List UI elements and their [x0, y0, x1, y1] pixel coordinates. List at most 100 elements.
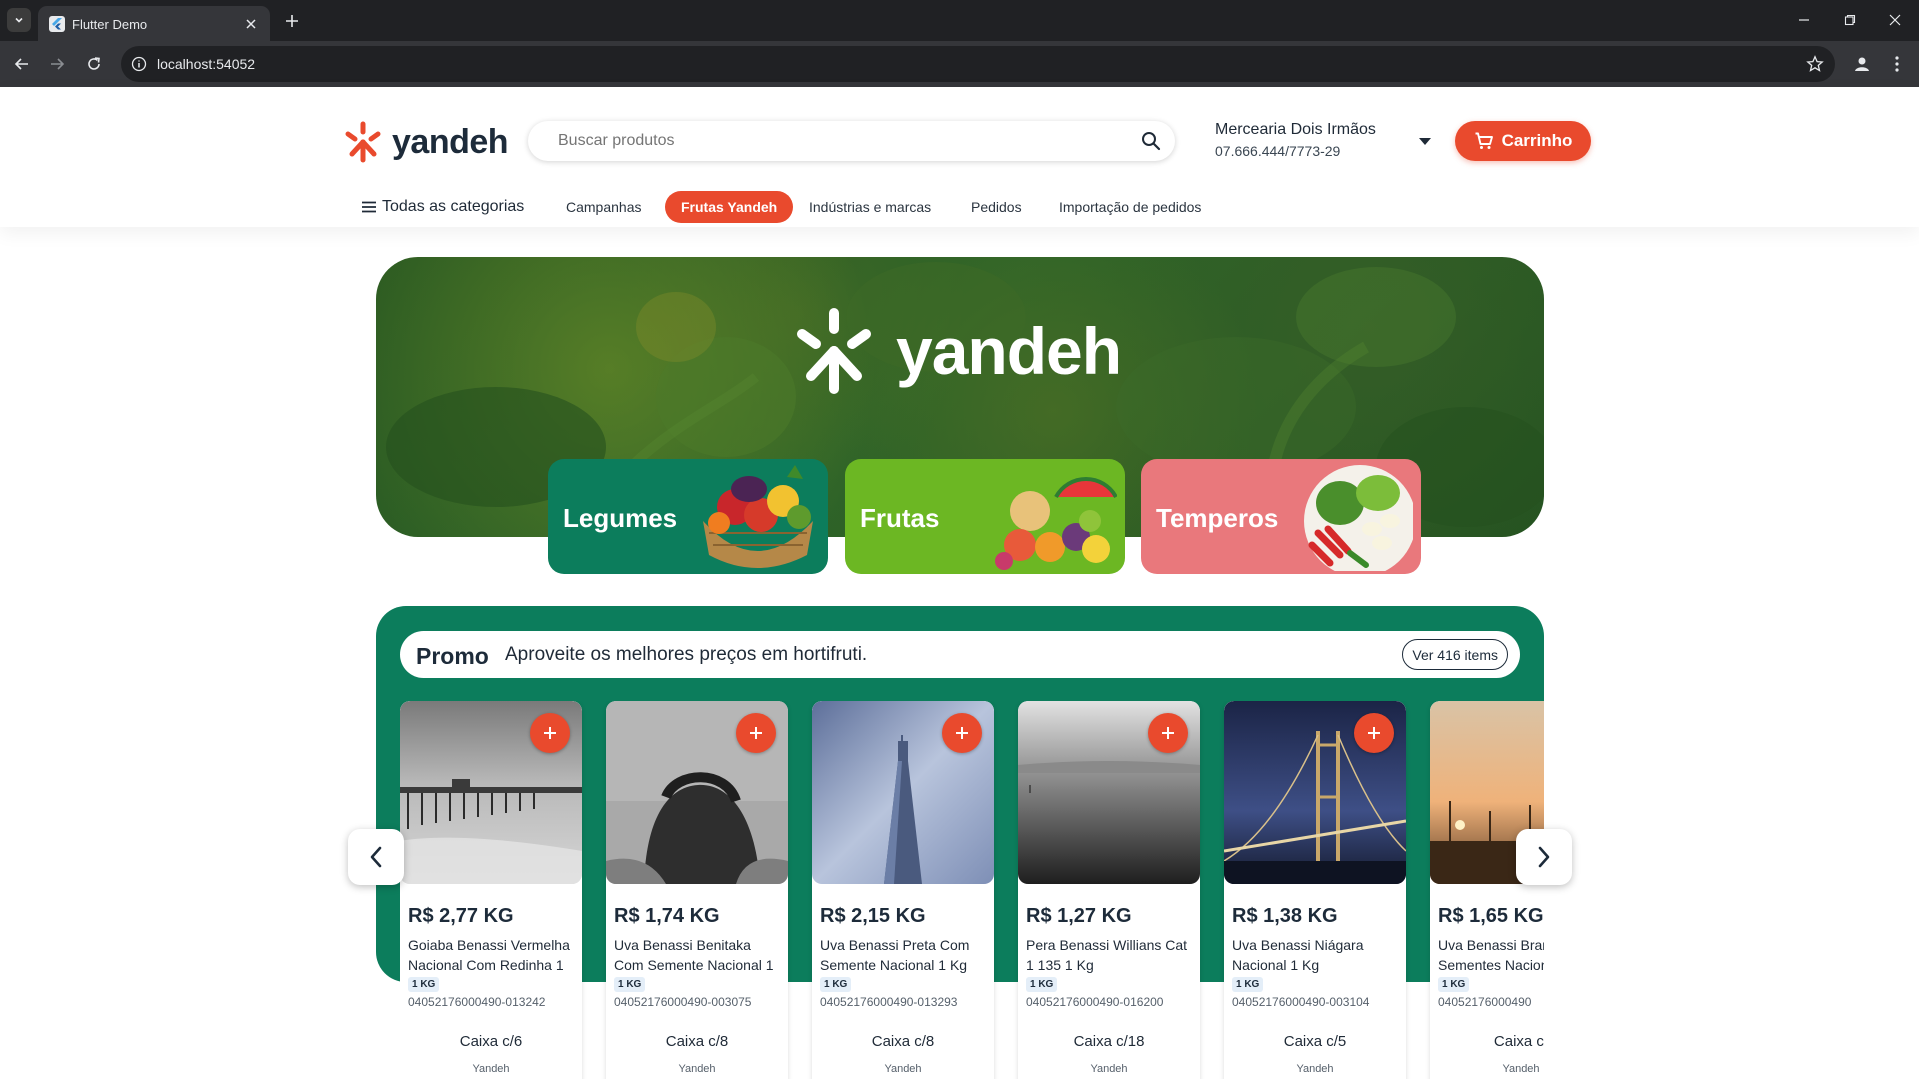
product-card[interactable]: R$ 2,15 KG Uva Benassi Preta Com Semente…	[812, 701, 994, 1079]
back-icon[interactable]	[10, 52, 34, 76]
app-header: yandeh Mercearia Dois Irmãos 07.666.444/…	[0, 87, 1919, 227]
product-code: 04052176000490-003104	[1232, 995, 1370, 1009]
hero-logo: yandeh	[794, 307, 1122, 395]
cart-label: Carrinho	[1501, 131, 1573, 150]
flutter-icon	[49, 16, 65, 32]
search-input[interactable]	[558, 132, 1118, 150]
product-brand: Yandeh	[678, 1063, 716, 1075]
search-bar[interactable]	[528, 121, 1175, 161]
plus-icon	[1368, 727, 1380, 739]
cart-icon	[1475, 132, 1493, 149]
product-box: Caixa c/18	[1073, 1033, 1145, 1050]
product-code: 04052176000490-013242	[408, 995, 546, 1009]
product-price: R$ 1,74 KG	[614, 905, 720, 927]
more-menu-icon[interactable]	[1885, 52, 1909, 76]
store-name: Mercearia Dois Irmãos	[1215, 121, 1376, 138]
product-unit-badge: 1 KG	[408, 977, 440, 992]
product-card[interactable]: R$ 1,38 KG Uva Benassi Niágara Nacional …	[1224, 701, 1406, 1079]
fruit-pile-image	[995, 477, 1117, 570]
product-carousel: R$ 2,77 KG Goiaba Benassi Vermelha Nacio…	[400, 701, 1544, 1079]
brand-logo[interactable]: yandeh	[344, 121, 509, 163]
product-box: Caixa c/	[1493, 1033, 1544, 1050]
address-bar[interactable]: localhost:54052	[121, 46, 1835, 82]
product-price: R$ 2,15 KG	[820, 905, 926, 927]
reload-icon[interactable]	[82, 52, 106, 76]
tab-title: Flutter Demo	[72, 17, 148, 32]
product-unit-badge: 1 KG	[820, 977, 852, 992]
new-tab-icon[interactable]	[280, 9, 304, 33]
product-card[interactable]: R$ 1,27 KG Pera Benassi Willians Cat 1 1…	[1018, 701, 1200, 1079]
plus-icon	[956, 727, 968, 739]
product-name: Uva Benassi Benitaka Com Semente Naciona…	[614, 937, 774, 973]
nav-item-campanhas[interactable]: Campanhas	[566, 191, 642, 223]
close-window-icon[interactable]	[1873, 8, 1917, 32]
site-info-icon[interactable]	[130, 55, 148, 73]
add-to-cart-button[interactable]	[530, 713, 570, 753]
product-box: Caixa c/5	[1283, 1033, 1347, 1050]
product-price: R$ 1,65 KG	[1438, 905, 1544, 927]
product-code: 04052176000490	[1438, 995, 1532, 1009]
browser-tab[interactable]: Flutter Demo	[38, 6, 270, 41]
product-card[interactable]: R$ 1,74 KG Uva Benassi Benitaka Com Seme…	[606, 701, 788, 1079]
restore-icon[interactable]	[1828, 8, 1872, 32]
product-code: 04052176000490-016200	[1026, 995, 1164, 1009]
plus-icon	[750, 727, 762, 739]
caret-down-icon[interactable]	[1418, 137, 1432, 147]
nav-item-pedidos[interactable]: Pedidos	[971, 191, 1022, 223]
hero-wordmark: yandeh	[896, 314, 1122, 388]
minimize-icon[interactable]	[1782, 8, 1826, 32]
product-name: Pera Benassi Willians Cat 1 135 1 Kg	[1026, 937, 1188, 973]
url-text: localhost:54052	[157, 56, 256, 72]
tab-list-button[interactable]	[7, 8, 31, 32]
forward-icon[interactable]	[45, 52, 69, 76]
product-box: Caixa c/8	[871, 1033, 935, 1050]
chevron-down-icon	[15, 17, 23, 23]
spice-bowl-image	[1304, 465, 1413, 571]
yandeh-logo-icon	[797, 308, 871, 394]
category-label: Temperos	[1156, 503, 1279, 533]
product-name: Uva Benassi Branca Sementes Nacional	[1438, 937, 1544, 973]
nav-item-frutas-yandeh[interactable]: Frutas Yandeh	[665, 191, 794, 223]
close-tab-icon[interactable]	[242, 15, 260, 33]
brand-wordmark: yandeh	[392, 122, 509, 161]
add-to-cart-button[interactable]	[1148, 713, 1188, 753]
cart-button[interactable]: Carrinho	[1455, 121, 1591, 161]
category-label: Legumes	[563, 503, 678, 533]
product-card[interactable]: R$ 1,65 KG Uva Benassi Branca Sementes N…	[1430, 701, 1544, 1079]
promo-header: Promo Aproveite os melhores preços em ho…	[400, 631, 1520, 678]
product-unit-badge: 1 KG	[1026, 977, 1058, 992]
chevron-left-icon	[370, 846, 382, 868]
hamburger-icon	[362, 201, 376, 213]
search-icon[interactable]	[1141, 131, 1161, 151]
add-to-cart-button[interactable]	[736, 713, 776, 753]
carousel-prev-button[interactable]	[348, 829, 404, 885]
carousel-next-button[interactable]	[1516, 829, 1572, 885]
product-unit-badge: 1 KG	[1438, 977, 1470, 992]
product-name: Goiaba Benassi Vermelha Nacional Com Red…	[408, 937, 570, 973]
bookmark-star-icon[interactable]	[1805, 54, 1825, 74]
chevron-right-icon	[1538, 846, 1550, 868]
profile-icon[interactable]	[1850, 52, 1874, 76]
product-brand: Yandeh	[472, 1063, 510, 1075]
category-card-legumes[interactable]: Legumes	[548, 459, 828, 574]
add-to-cart-button[interactable]	[942, 713, 982, 753]
category-label: Frutas	[860, 503, 940, 533]
product-unit-badge: 1 KG	[614, 977, 646, 992]
store-selector[interactable]: Mercearia Dois Irmãos 07.666.444/7773-29	[1215, 121, 1376, 159]
browser-toolbar: localhost:54052	[0, 41, 1919, 87]
add-to-cart-button[interactable]	[1354, 713, 1394, 753]
plus-icon	[1162, 727, 1174, 739]
product-unit-badge: 1 KG	[1232, 977, 1264, 992]
product-card[interactable]: R$ 2,77 KG Goiaba Benassi Vermelha Nacio…	[400, 701, 582, 1079]
product-brand: Yandeh	[1502, 1063, 1540, 1075]
product-name: Uva Benassi Preta Com Semente Nacional 1…	[820, 937, 970, 973]
product-brand: Yandeh	[1090, 1063, 1128, 1075]
all-categories-menu[interactable]: Todas as categorias	[362, 191, 524, 223]
nav-item-industrias-e-marcas[interactable]: Indústrias e marcas	[809, 191, 931, 223]
see-all-button[interactable]: Ver 416 items	[1402, 639, 1508, 670]
promo-title: Promo	[416, 643, 489, 669]
product-brand: Yandeh	[884, 1063, 922, 1075]
category-card-temperos[interactable]: Temperos	[1141, 459, 1421, 574]
category-card-frutas[interactable]: Frutas	[845, 459, 1125, 574]
nav-item-importacao-de-pedidos[interactable]: Importação de pedidos	[1059, 191, 1201, 223]
